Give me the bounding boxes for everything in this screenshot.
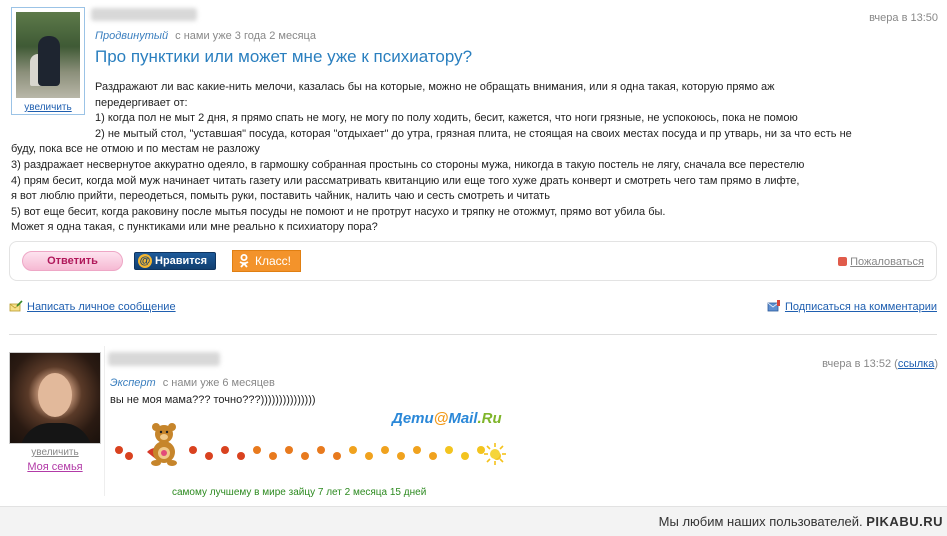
subscribe-link[interactable]: Подписаться на комментарии <box>767 300 937 313</box>
paw-print-icon <box>397 452 405 460</box>
post-line: передергивает от: <box>95 96 188 109</box>
paw-print-icon <box>237 452 245 460</box>
footer: Мы любим наших пользователей. PIKABU.RU <box>0 506 947 536</box>
paw-print-icon <box>333 452 341 460</box>
author-rank[interactable]: Продвинутый <box>95 30 168 42</box>
comment-text: вы не моя мама??? точно???))))))))))))))… <box>110 394 316 406</box>
post-timestamp: вчера в 13:50 <box>869 12 938 24</box>
post-line: Может я одна такая, с пунктиками или мне… <box>11 221 378 234</box>
divider <box>9 334 937 335</box>
envelope-pencil-icon <box>9 300 23 312</box>
ok-class-button[interactable]: Класс! <box>232 250 301 272</box>
complain-label: Пожаловаться <box>850 256 924 268</box>
footer-brand[interactable]: PIKABU.RU <box>866 514 943 529</box>
subscribe-icon <box>767 300 780 312</box>
paw-print-icon <box>285 446 293 454</box>
commenter-meta: Эксперт с нами уже 6 месяцев <box>110 377 275 389</box>
post-line: 1) когда пол не мыт 2 дня, я прямо спать… <box>95 112 798 125</box>
member-since: с нами уже 3 года 2 месяца <box>175 30 316 42</box>
subscribe-label: Подписаться на комментарии <box>784 301 937 313</box>
kid-age-ticker <box>115 422 510 467</box>
paw-print-icon <box>365 452 373 460</box>
post-title: Про пунктики или может мне уже к психиат… <box>95 47 473 66</box>
commenter-avatar-zoom[interactable]: увеличить <box>9 447 101 458</box>
paw-print-icon <box>317 446 325 454</box>
odnoklassniki-icon <box>239 254 249 268</box>
ok-label: Класс! <box>255 254 291 268</box>
commenter-member-since: с нами уже 6 месяцев <box>162 377 275 389</box>
mail-at-icon: @ <box>138 254 152 268</box>
commenter-rank[interactable]: Эксперт <box>110 377 156 389</box>
flag-icon <box>838 257 848 266</box>
like-label: Нравится <box>155 255 208 267</box>
commenter-avatar[interactable] <box>9 352 101 444</box>
my-family-link[interactable]: Моя семья <box>9 461 101 473</box>
teddy-bear-icon <box>147 423 177 466</box>
comment-timestamp: вчера в 13:52 <box>822 358 892 370</box>
paw-print-icon <box>221 446 229 454</box>
paw-print-icon <box>269 452 277 460</box>
comment-permalink[interactable]: ссылка <box>898 358 935 370</box>
kid-caption: самому лучшему в мире зайцу 7 лет 2 меся… <box>172 487 427 498</box>
paw-print-icon <box>253 446 261 454</box>
paw-print-icon <box>445 446 453 454</box>
paw-print-icon <box>381 446 389 454</box>
paw-print-icon <box>205 452 213 460</box>
post-line: Раздражают ли вас какие-нить мелочи, каз… <box>95 81 775 93</box>
like-button[interactable]: @ Нравится <box>134 252 216 270</box>
paw-print-icon <box>115 446 123 454</box>
paw-print-icon <box>429 452 437 460</box>
footer-text: Мы любим наших пользователей. PIKABU.RU <box>658 514 943 529</box>
post-line: 5) вот еще бесит, когда раковину после м… <box>11 205 666 218</box>
commenter-name-redacted <box>108 352 220 366</box>
paw-print-icon <box>125 452 133 460</box>
private-message-label: Написать личное сообщение <box>27 301 176 313</box>
post-line: 2) не мытый стол, "уставшая" посуда, кот… <box>95 127 852 140</box>
author-name-redacted <box>91 8 197 21</box>
reply-button[interactable]: Ответить <box>22 251 123 271</box>
paw-print-icon <box>189 446 197 454</box>
post-line: буду, пока все не отмою и по местам не р… <box>11 143 260 156</box>
author-meta: Продвинутый с нами уже 3 года 2 месяца <box>95 30 316 42</box>
post-body: Раздражают ли вас какие-нить мелочи, каз… <box>11 80 936 236</box>
paw-print-icon <box>461 452 469 460</box>
paw-print-icon <box>301 452 309 460</box>
paw-print-icon <box>413 446 421 454</box>
post-line: я вот люблю прийти, переодеться, помыть … <box>11 190 550 203</box>
post-links-row: Написать личное сообщение Подписаться на… <box>9 300 937 316</box>
post-line: 4) прям бесит, когда мой муж начинает чи… <box>11 174 800 187</box>
paw-print-icon <box>349 446 357 454</box>
comment-divider <box>104 346 105 496</box>
comment-timestamp-wrap: вчера в 13:52 (ссылка) <box>822 358 938 370</box>
post-line: 3) раздражает несвернутое аккуратно одея… <box>11 158 805 171</box>
sun-icon <box>484 443 506 465</box>
private-message-link[interactable]: Написать личное сообщение <box>9 300 176 313</box>
action-bar: Ответить @ Нравится Класс! Пожаловаться <box>9 241 937 281</box>
complain-link[interactable]: Пожаловаться <box>838 256 924 268</box>
